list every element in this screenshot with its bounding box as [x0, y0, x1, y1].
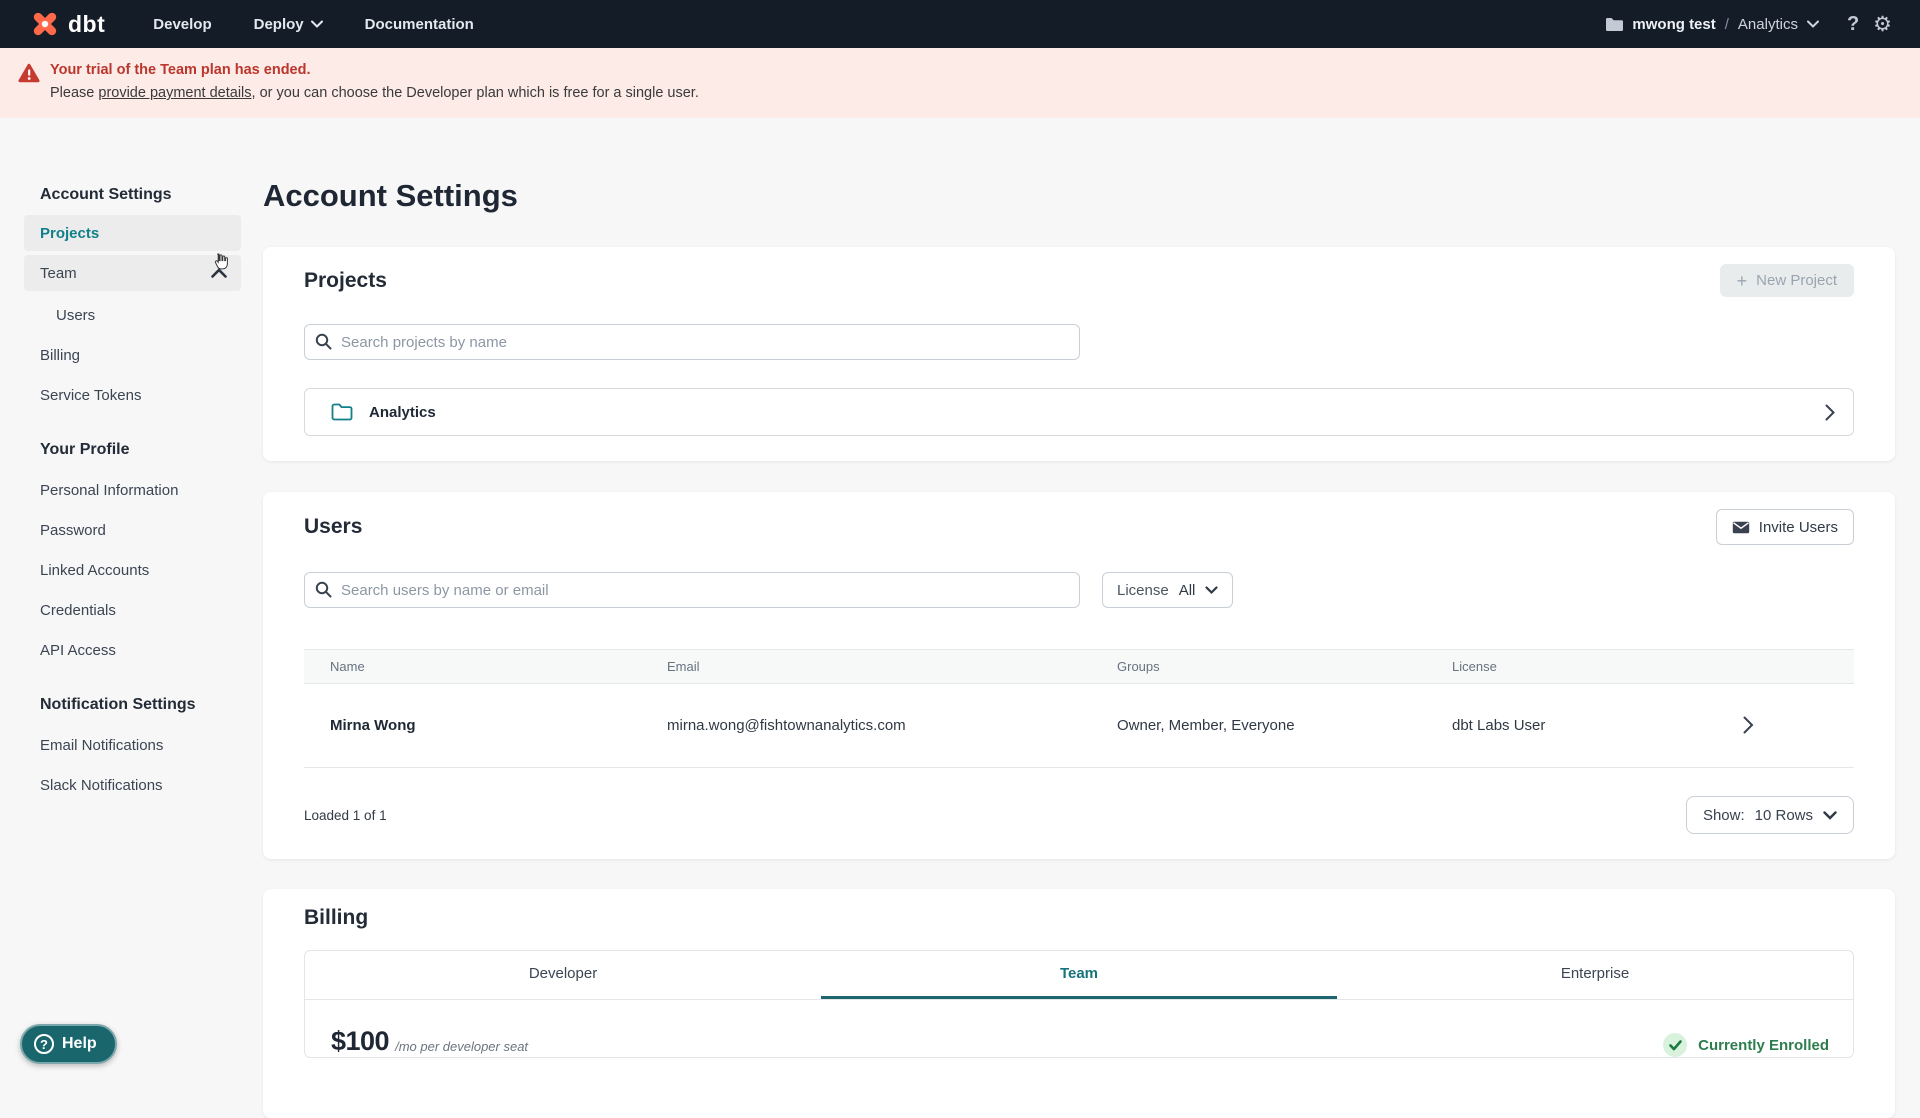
settings-sidebar: Account Settings Projects Team Users Bil…	[24, 118, 241, 1118]
billing-plans-box: Developer Team Enterprise $100 /mo per d…	[304, 950, 1854, 1058]
license-filter-dropdown[interactable]: License All	[1102, 572, 1233, 608]
users-card: Users Invite Users License All	[263, 492, 1895, 859]
trial-ended-banner: Your trial of the Team plan has ended. P…	[0, 48, 1920, 118]
column-header-name: Name	[304, 659, 667, 674]
users-search-input[interactable]	[304, 572, 1080, 608]
show-rows-dropdown[interactable]: Show: 10 Rows	[1686, 796, 1854, 834]
new-project-button[interactable]: + New Project	[1720, 264, 1854, 297]
user-name: Mirna Wong	[304, 717, 667, 734]
sidebar-item-email-notifications[interactable]: Email Notifications	[24, 725, 241, 765]
chevron-down-icon	[311, 20, 323, 28]
gear-icon[interactable]: ⚙	[1873, 14, 1892, 35]
project-name: Analytics	[1738, 16, 1798, 33]
plan-price: $100	[331, 1026, 389, 1057]
chevron-down-icon	[1205, 586, 1218, 595]
user-groups: Owner, Member, Everyone	[1117, 717, 1452, 734]
billing-heading: Billing	[304, 906, 1854, 930]
plus-icon: +	[1737, 272, 1748, 290]
sidebar-item-team[interactable]: Team	[24, 255, 241, 291]
sidebar-heading-notification-settings: Notification Settings	[24, 696, 241, 714]
banner-title: Your trial of the Team plan has ended.	[50, 60, 699, 81]
plan-price-suffix: /mo per developer seat	[395, 1039, 528, 1054]
sidebar-item-service-tokens[interactable]: Service Tokens	[24, 375, 241, 415]
user-email: mirna.wong@fishtownanalytics.com	[667, 717, 1117, 734]
projects-card: Projects + New Project Analytics	[263, 247, 1895, 461]
check-circle-icon	[1663, 1033, 1687, 1057]
envelope-icon	[1732, 521, 1750, 534]
currently-enrolled-badge: Currently Enrolled	[1663, 1033, 1829, 1057]
sidebar-item-linked-accounts[interactable]: Linked Accounts	[24, 550, 241, 590]
sidebar-heading-account-settings: Account Settings	[24, 186, 241, 204]
table-row[interactable]: Mirna Wong mirna.wong@fishtownanalytics.…	[304, 684, 1854, 768]
users-heading: Users	[304, 515, 362, 539]
chevron-right-icon	[1825, 404, 1835, 421]
projects-search	[304, 324, 1080, 360]
primary-nav: Develop Deploy Documentation	[153, 16, 474, 33]
nav-item-deploy[interactable]: Deploy	[254, 16, 323, 33]
nav-item-develop[interactable]: Develop	[153, 16, 211, 33]
nav-item-documentation[interactable]: Documentation	[365, 16, 474, 33]
account-project-breadcrumb[interactable]: mwong test / Analytics	[1605, 16, 1819, 33]
invite-users-button[interactable]: Invite Users	[1716, 509, 1854, 545]
banner-body: Please provide payment details, or you c…	[50, 81, 699, 106]
provide-payment-details-link[interactable]: provide payment details	[98, 85, 251, 101]
project-name: Analytics	[369, 404, 436, 421]
search-icon	[315, 581, 332, 598]
breadcrumb-separator: /	[1725, 16, 1729, 33]
chevron-down-icon	[1807, 20, 1819, 28]
folder-icon	[1605, 17, 1623, 32]
page-title: Account Settings	[263, 178, 1895, 214]
folder-icon	[331, 403, 353, 421]
tab-developer[interactable]: Developer	[305, 951, 821, 999]
users-table: Name Email Groups License Mirna Wong mir…	[304, 649, 1854, 768]
warning-triangle-icon	[18, 63, 40, 83]
sidebar-item-projects[interactable]: Projects	[24, 215, 241, 251]
search-icon	[315, 333, 332, 350]
loaded-count-text: Loaded 1 of 1	[304, 808, 387, 823]
dbt-logo[interactable]: dbt	[30, 9, 105, 39]
top-navbar: dbt Develop Deploy Documentation mwong t…	[0, 0, 1920, 48]
user-license: dbt Labs User	[1452, 717, 1854, 734]
users-table-header: Name Email Groups License	[304, 650, 1854, 684]
chevron-down-icon	[1823, 811, 1837, 820]
help-question-icon[interactable]: ?	[1847, 14, 1859, 34]
sidebar-item-billing[interactable]: Billing	[24, 335, 241, 375]
billing-card: Billing Developer Team Enterprise $100 /…	[263, 889, 1895, 1118]
column-header-license: License	[1452, 659, 1854, 674]
sidebar-item-api-access[interactable]: API Access	[24, 630, 241, 670]
tab-team[interactable]: Team	[821, 951, 1337, 999]
chevron-up-icon	[211, 268, 227, 278]
sidebar-item-slack-notifications[interactable]: Slack Notifications	[24, 765, 241, 805]
sidebar-item-credentials[interactable]: Credentials	[24, 590, 241, 630]
projects-heading: Projects	[304, 269, 387, 293]
account-name: mwong test	[1632, 16, 1715, 33]
tab-enterprise[interactable]: Enterprise	[1337, 951, 1853, 999]
dbt-logo-text: dbt	[68, 11, 105, 38]
project-row-analytics[interactable]: Analytics	[304, 388, 1854, 436]
help-button[interactable]: ? Help	[20, 1024, 117, 1064]
sidebar-item-personal-information[interactable]: Personal Information	[24, 470, 241, 510]
projects-search-input[interactable]	[304, 324, 1080, 360]
chevron-right-icon	[1743, 716, 1754, 734]
column-header-groups: Groups	[1117, 659, 1452, 674]
question-circle-icon: ?	[34, 1034, 54, 1054]
plan-tabs: Developer Team Enterprise	[305, 951, 1853, 1000]
sidebar-item-users[interactable]: Users	[24, 295, 241, 335]
users-search	[304, 572, 1080, 608]
sidebar-item-password[interactable]: Password	[24, 510, 241, 550]
dbt-logo-icon	[30, 9, 60, 39]
column-header-email: Email	[667, 659, 1117, 674]
sidebar-heading-your-profile: Your Profile	[24, 441, 241, 459]
